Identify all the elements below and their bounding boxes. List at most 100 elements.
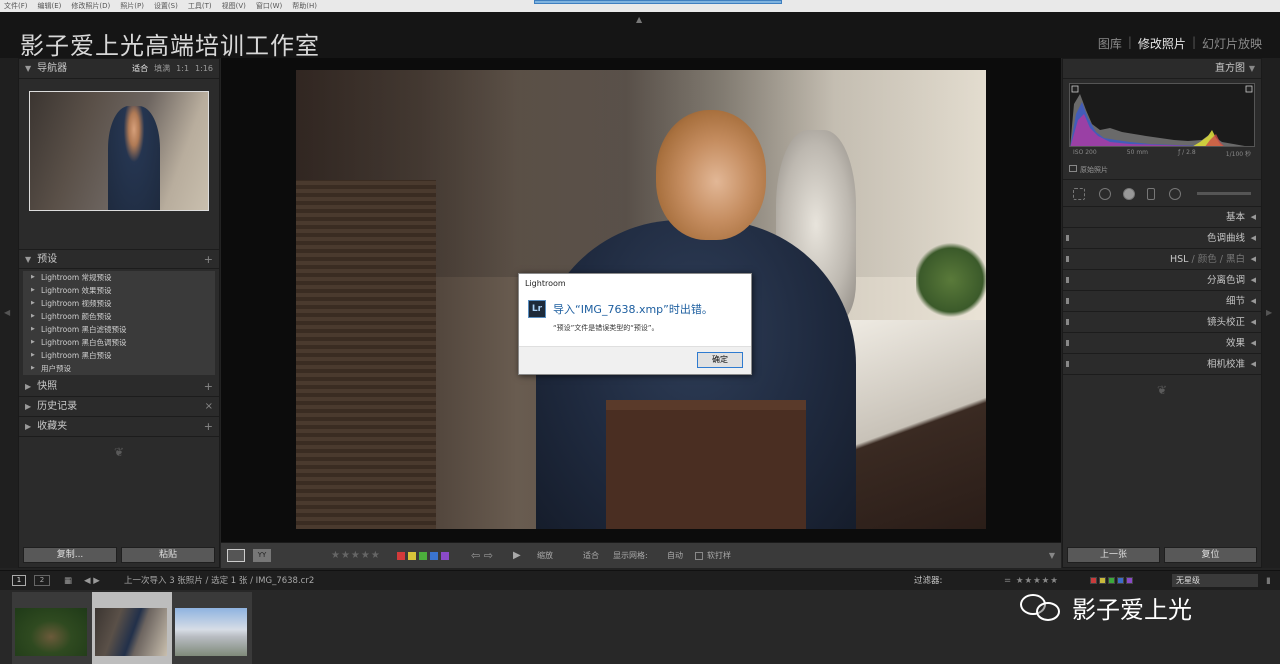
menu-develop[interactable]: 修改照片(D) xyxy=(71,0,110,12)
clear-history-icon[interactable]: × xyxy=(205,397,213,417)
original-photo-toggle[interactable]: 原始照片 xyxy=(1069,165,1108,175)
panel-switch-icon[interactable] xyxy=(1066,319,1069,325)
collapse-triangle-icon[interactable]: ◀ xyxy=(1251,207,1256,228)
color-label-red[interactable] xyxy=(397,552,405,560)
menu-file[interactable]: 文件(F) xyxy=(4,0,28,12)
filmstrip-thumbnail-selected[interactable] xyxy=(92,592,172,664)
menu-help[interactable]: 帮助(H) xyxy=(292,0,317,12)
collections-header[interactable]: ▶ 收藏夹 + xyxy=(19,417,219,437)
zoom-1-16[interactable]: 1:16 xyxy=(195,59,213,79)
color-label-purple[interactable] xyxy=(441,552,449,560)
expand-triangle-icon[interactable]: ▶ xyxy=(25,402,31,411)
collapse-triangle-icon[interactable]: ◀ xyxy=(1251,249,1256,270)
collapse-triangle-icon[interactable]: ◀ xyxy=(1251,312,1256,333)
add-collection-icon[interactable]: + xyxy=(204,417,213,437)
collapse-triangle-icon[interactable]: ▼ xyxy=(25,64,31,73)
panel-switch-icon[interactable] xyxy=(1066,340,1069,346)
filter-color-green[interactable] xyxy=(1108,577,1115,584)
menu-view[interactable]: 视图(V) xyxy=(222,0,246,12)
module-develop[interactable]: 修改照片 xyxy=(1138,35,1186,52)
filmstrip-breadcrumb[interactable]: 上一次导入 3 张照片 / 选定 1 张 / IMG_7638.cr2 xyxy=(124,571,314,591)
secondary-window-button[interactable]: 2 xyxy=(34,575,50,586)
radial-filter-icon[interactable] xyxy=(1169,188,1181,200)
toolbar-menu-chevron-icon[interactable]: ▼ xyxy=(1049,543,1055,569)
spot-removal-icon[interactable] xyxy=(1099,188,1111,200)
history-header[interactable]: ▶ 历史记录 × xyxy=(19,397,219,417)
filmstrip-thumbnail[interactable] xyxy=(172,592,252,664)
section-tone-curve[interactable]: 色调曲线 ◀ xyxy=(1063,228,1261,249)
filter-color-red[interactable] xyxy=(1090,577,1097,584)
module-slideshow[interactable]: 幻灯片放映 xyxy=(1202,35,1262,52)
collapse-triangle-icon[interactable]: ◀ xyxy=(1251,291,1256,312)
reset-button[interactable]: 复位 xyxy=(1164,547,1257,563)
panel-switch-icon[interactable] xyxy=(1066,277,1069,283)
loupe-view-icon[interactable] xyxy=(227,549,245,562)
paste-button[interactable]: 粘贴 xyxy=(121,547,215,563)
expand-triangle-icon[interactable]: ▶ xyxy=(25,422,31,431)
softproof-checkbox[interactable] xyxy=(695,552,703,560)
preset-folder[interactable]: Lightroom 颜色预设 xyxy=(23,310,215,323)
grid-view-icon[interactable]: ▦ xyxy=(64,571,72,591)
before-after-button[interactable]: YY xyxy=(253,549,271,562)
collapse-triangle-icon[interactable]: ◀ xyxy=(1251,354,1256,375)
right-edge[interactable]: ▶ xyxy=(1262,58,1280,568)
graduated-filter-icon[interactable] xyxy=(1147,188,1155,200)
section-lens-correction[interactable]: 镜头校正 ◀ xyxy=(1063,312,1261,333)
color-label-blue[interactable] xyxy=(430,552,438,560)
collapse-top-arrow-icon[interactable]: ▲ xyxy=(636,15,642,24)
zoom-fit[interactable]: 适合 xyxy=(132,59,148,79)
filter-color-blue[interactable] xyxy=(1117,577,1124,584)
filter-color-purple[interactable] xyxy=(1126,577,1133,584)
section-camera-calibration[interactable]: 相机校准 ◀ xyxy=(1063,354,1261,375)
red-eye-icon[interactable] xyxy=(1123,188,1135,200)
menu-settings[interactable]: 设置(S) xyxy=(154,0,178,12)
add-snapshot-icon[interactable]: + xyxy=(204,377,213,397)
presets-header[interactable]: ▼ 预设 + xyxy=(19,249,219,269)
preset-folder[interactable]: 用户预设 xyxy=(23,362,215,375)
hsl-tab[interactable]: HSL xyxy=(1170,254,1188,265)
snapshots-header[interactable]: ▶ 快照 + xyxy=(19,377,219,397)
preset-folder[interactable]: Lightroom 黑白预设 xyxy=(23,349,215,362)
zoom-value[interactable]: 适合 xyxy=(583,543,599,569)
back-forward-arrows-icon[interactable]: ◀ ▶ xyxy=(84,571,100,591)
expand-right-arrow-icon[interactable]: ▶ xyxy=(1266,308,1272,317)
filter-rating-stars[interactable]: = ★★★★★ xyxy=(1004,571,1059,591)
menu-window[interactable]: 窗口(W) xyxy=(256,0,282,12)
filter-preset-select[interactable]: 无星级 xyxy=(1172,574,1258,587)
histogram-graph[interactable] xyxy=(1069,83,1255,147)
bw-tab[interactable]: 黑白 xyxy=(1226,254,1245,265)
preset-folder[interactable]: Lightroom 黑白色调预设 xyxy=(23,336,215,349)
expand-left-arrow-icon[interactable]: ◀ xyxy=(4,308,10,317)
preset-folder[interactable]: Lightroom 黑白滤镜预设 xyxy=(23,323,215,336)
collapse-triangle-icon[interactable]: ▼ xyxy=(1249,59,1255,79)
module-library[interactable]: 图库 xyxy=(1098,35,1122,52)
panel-switch-icon[interactable] xyxy=(1066,361,1069,367)
section-detail[interactable]: 细节 ◀ xyxy=(1063,291,1261,312)
collapse-triangle-icon[interactable]: ◀ xyxy=(1251,333,1256,354)
section-basic[interactable]: 基本 ◀ xyxy=(1063,207,1261,228)
expand-triangle-icon[interactable]: ▶ xyxy=(25,382,31,391)
panel-switch-icon[interactable] xyxy=(1066,298,1069,304)
preset-folder[interactable]: Lightroom 常规预设 xyxy=(23,271,215,284)
menu-photo[interactable]: 照片(P) xyxy=(120,0,144,12)
panel-switch-icon[interactable] xyxy=(1066,235,1069,241)
play-icon[interactable]: ▶ xyxy=(513,543,521,569)
filter-color-yellow[interactable] xyxy=(1099,577,1106,584)
color-label-green[interactable] xyxy=(419,552,427,560)
collapse-triangle-icon[interactable]: ▼ xyxy=(25,255,31,264)
copy-button[interactable]: 复制... xyxy=(23,547,117,563)
section-effects[interactable]: 效果 ◀ xyxy=(1063,333,1261,354)
section-hsl[interactable]: HSL / 颜色 / 黑白 ◀ xyxy=(1063,249,1261,270)
section-split-toning[interactable]: 分离色调 ◀ xyxy=(1063,270,1261,291)
navigator-header[interactable]: ▼ 导航器 适合 填满 1:1 1:16 xyxy=(19,59,219,79)
rating-stars[interactable]: ★★★★★ xyxy=(331,543,381,569)
filmstrip-thumbnail[interactable] xyxy=(12,592,92,664)
zoom-1-1[interactable]: 1:1 xyxy=(176,59,189,79)
primary-window-button[interactable]: 1 xyxy=(12,575,26,586)
color-label-yellow[interactable] xyxy=(408,552,416,560)
prev-next-arrows-icon[interactable]: ⇦ ⇨ xyxy=(471,543,493,569)
crop-tool-icon[interactable] xyxy=(1073,188,1085,200)
zoom-fill[interactable]: 填满 xyxy=(154,59,170,79)
collapse-triangle-icon[interactable]: ◀ xyxy=(1251,270,1256,291)
color-tab[interactable]: 颜色 xyxy=(1198,254,1217,265)
